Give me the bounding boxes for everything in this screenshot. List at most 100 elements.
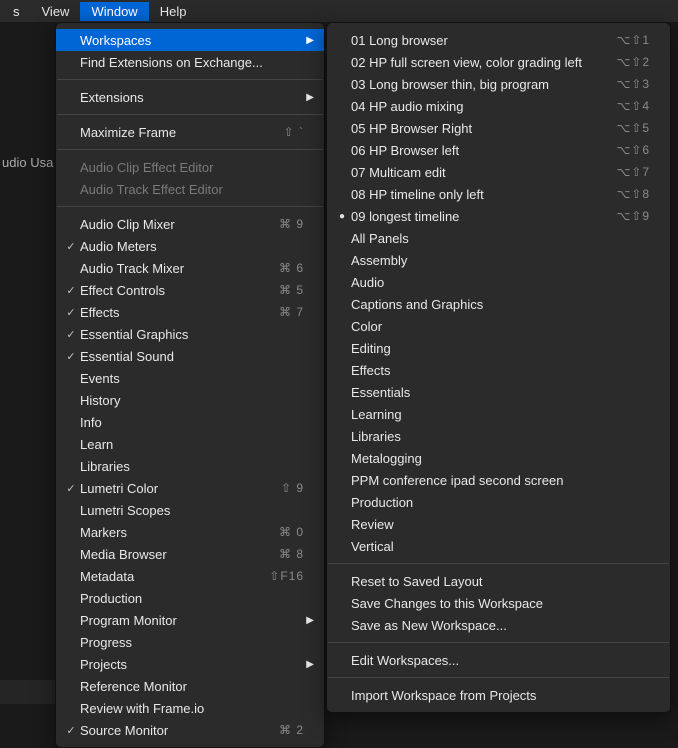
menu-label: Lumetri Scopes: [80, 503, 304, 518]
workspace-metalogging[interactable]: Metalogging: [327, 447, 670, 469]
workspace-label: Reset to Saved Layout: [351, 574, 650, 589]
menu-audio-clip-mixer[interactable]: Audio Clip Mixer ⌘ 9: [56, 213, 324, 235]
menu-effect-controls[interactable]: ✓ Effect Controls ⌘ 5: [56, 279, 324, 301]
workspace-item-08[interactable]: 08 HP timeline only left ⌥⇧8: [327, 183, 670, 205]
workspace-reset[interactable]: Reset to Saved Layout: [327, 570, 670, 592]
workspace-learning[interactable]: Learning: [327, 403, 670, 425]
workspace-label: Editing: [351, 341, 650, 356]
menu-label: Markers: [80, 525, 271, 540]
workspace-label: Save Changes to this Workspace: [351, 596, 650, 611]
menu-audio-track-effect-editor: Audio Track Effect Editor: [56, 178, 324, 200]
menu-label: Media Browser: [80, 547, 271, 562]
workspace-item-09[interactable]: ● 09 longest timeline ⌥⇧9: [327, 205, 670, 227]
workspace-label: Vertical: [351, 539, 650, 554]
workspace-label: 09 longest timeline: [351, 209, 608, 224]
menu-reference-monitor[interactable]: Reference Monitor: [56, 675, 324, 697]
menu-label: Effects: [80, 305, 271, 320]
separator: [328, 677, 669, 678]
workspace-item-01[interactable]: 01 Long browser ⌥⇧1: [327, 29, 670, 51]
workspace-effects[interactable]: Effects: [327, 359, 670, 381]
menubar-item-window[interactable]: Window: [80, 2, 148, 21]
workspace-label: 02 HP full screen view, color grading le…: [351, 55, 608, 70]
separator: [57, 206, 323, 207]
menu-label: Production: [80, 591, 304, 606]
menu-lumetri-color[interactable]: ✓ Lumetri Color ⇧ 9: [56, 477, 324, 499]
menu-label: Program Monitor: [80, 613, 304, 628]
separator: [57, 79, 323, 80]
workspace-color[interactable]: Color: [327, 315, 670, 337]
workspace-import[interactable]: Import Workspace from Projects: [327, 684, 670, 706]
menu-progress[interactable]: Progress: [56, 631, 324, 653]
menu-projects[interactable]: Projects ▶: [56, 653, 324, 675]
workspace-item-04[interactable]: 04 HP audio mixing ⌥⇧4: [327, 95, 670, 117]
checkmark-icon: ✓: [64, 306, 78, 319]
shortcut: ⌘ 9: [279, 217, 304, 231]
workspace-label: Metalogging: [351, 451, 650, 466]
menu-libraries[interactable]: Libraries: [56, 455, 324, 477]
menu-metadata[interactable]: Metadata ⇧F16: [56, 565, 324, 587]
separator: [328, 563, 669, 564]
menu-production[interactable]: Production: [56, 587, 324, 609]
workspace-editing[interactable]: Editing: [327, 337, 670, 359]
workspace-assembly[interactable]: Assembly: [327, 249, 670, 271]
workspace-all-panels[interactable]: All Panels: [327, 227, 670, 249]
menu-markers[interactable]: Markers ⌘ 0: [56, 521, 324, 543]
workspace-captions[interactable]: Captions and Graphics: [327, 293, 670, 315]
workspace-item-02[interactable]: 02 HP full screen view, color grading le…: [327, 51, 670, 73]
workspace-item-03[interactable]: 03 Long browser thin, big program ⌥⇧3: [327, 73, 670, 95]
workspace-vertical[interactable]: Vertical: [327, 535, 670, 557]
menu-maximize-frame[interactable]: Maximize Frame ⇧ `: [56, 121, 324, 143]
workspace-label: Assembly: [351, 253, 650, 268]
menu-source-monitor[interactable]: ✓ Source Monitor ⌘ 2: [56, 719, 324, 741]
separator: [57, 149, 323, 150]
shortcut: ⇧ `: [284, 125, 304, 139]
workspace-production[interactable]: Production: [327, 491, 670, 513]
workspace-label: Effects: [351, 363, 650, 378]
menu-program-monitor[interactable]: Program Monitor ▶: [56, 609, 324, 631]
menubar-item-help[interactable]: Help: [149, 2, 198, 21]
menubar-item-view[interactable]: View: [31, 2, 81, 21]
checkmark-icon: ✓: [64, 284, 78, 297]
workspace-label: 08 HP timeline only left: [351, 187, 608, 202]
workspace-item-05[interactable]: 05 HP Browser Right ⌥⇧5: [327, 117, 670, 139]
shortcut: ⇧ 9: [281, 481, 304, 495]
workspace-edit[interactable]: Edit Workspaces...: [327, 649, 670, 671]
workspace-ppm[interactable]: PPM conference ipad second screen: [327, 469, 670, 491]
menu-learn[interactable]: Learn: [56, 433, 324, 455]
menu-lumetri-scopes[interactable]: Lumetri Scopes: [56, 499, 324, 521]
shortcut: ⌥⇧6: [616, 143, 650, 157]
menu-effects[interactable]: ✓ Effects ⌘ 7: [56, 301, 324, 323]
separator: [57, 114, 323, 115]
shortcut: ⌘ 6: [279, 261, 304, 275]
workspace-review[interactable]: Review: [327, 513, 670, 535]
workspace-item-06[interactable]: 06 HP Browser left ⌥⇧6: [327, 139, 670, 161]
workspace-audio[interactable]: Audio: [327, 271, 670, 293]
menu-audio-track-mixer[interactable]: Audio Track Mixer ⌘ 6: [56, 257, 324, 279]
workspace-essentials[interactable]: Essentials: [327, 381, 670, 403]
menu-review-frameio[interactable]: Review with Frame.io: [56, 697, 324, 719]
menubar-item-s[interactable]: s: [2, 2, 31, 21]
workspace-save-changes[interactable]: Save Changes to this Workspace: [327, 592, 670, 614]
menu-find-extensions[interactable]: Find Extensions on Exchange...: [56, 51, 324, 73]
menu-extensions[interactable]: Extensions ▶: [56, 86, 324, 108]
menu-workspaces[interactable]: Workspaces ▶: [56, 29, 324, 51]
menu-essential-sound[interactable]: ✓ Essential Sound: [56, 345, 324, 367]
menu-label: Effect Controls: [80, 283, 271, 298]
menu-media-browser[interactable]: Media Browser ⌘ 8: [56, 543, 324, 565]
menu-audio-meters[interactable]: ✓ Audio Meters: [56, 235, 324, 257]
workspace-label: Edit Workspaces...: [351, 653, 650, 668]
menu-history[interactable]: History: [56, 389, 324, 411]
menubar: s View Window Help: [0, 0, 678, 22]
menu-info[interactable]: Info: [56, 411, 324, 433]
workspace-libraries[interactable]: Libraries: [327, 425, 670, 447]
menu-essential-graphics[interactable]: ✓ Essential Graphics: [56, 323, 324, 345]
shortcut: ⌘ 0: [279, 525, 304, 539]
menu-label: Libraries: [80, 459, 304, 474]
menu-label: Metadata: [80, 569, 261, 584]
shortcut: ⌥⇧2: [616, 55, 650, 69]
workspace-save-as[interactable]: Save as New Workspace...: [327, 614, 670, 636]
separator: [328, 642, 669, 643]
menu-events[interactable]: Events: [56, 367, 324, 389]
workspace-item-07[interactable]: 07 Multicam edit ⌥⇧7: [327, 161, 670, 183]
shortcut: ⌘ 8: [279, 547, 304, 561]
